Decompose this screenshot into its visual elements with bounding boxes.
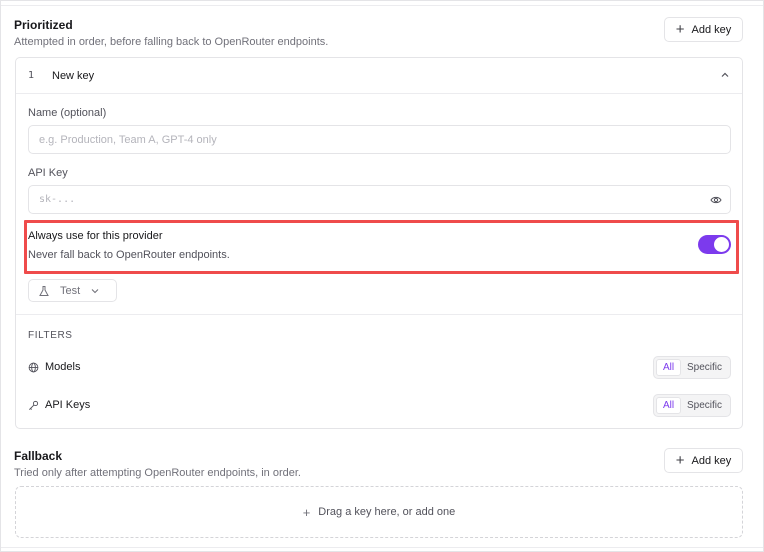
models-filter-segmented: All Specific: [653, 356, 731, 379]
toggle-knob: [714, 237, 729, 252]
test-button[interactable]: Test: [28, 279, 117, 302]
chevron-down-icon: [91, 288, 99, 293]
provider-keys-panel: Prioritized Attempted in order, before f…: [0, 0, 764, 552]
add-key-label: Add key: [691, 454, 732, 467]
key-number: 1: [28, 70, 35, 81]
fallback-header: Fallback Tried only after attempting Ope…: [14, 449, 301, 479]
chevron-up-icon[interactable]: [720, 70, 730, 80]
flask-icon: [39, 285, 49, 296]
globe-icon: [28, 362, 39, 372]
top-divider: [1, 5, 763, 6]
add-key-label: Add key: [691, 23, 732, 36]
test-label: Test: [60, 284, 81, 297]
key-icon: [29, 400, 39, 410]
key-title: New key: [52, 69, 95, 82]
prioritized-subtitle: Attempted in order, before falling back …: [14, 36, 329, 48]
name-input[interactable]: [39, 133, 720, 146]
filter-row-api-keys: API Keys: [28, 399, 90, 411]
plus-icon: +: [675, 21, 685, 38]
always-use-toggle[interactable]: [698, 235, 731, 254]
api-key-input[interactable]: [39, 194, 720, 205]
api-keys-filter-segmented: All Specific: [653, 394, 731, 417]
filter-api-keys-label: API Keys: [45, 399, 91, 411]
prioritized-add-key-button[interactable]: + Add key: [664, 17, 743, 42]
dropzone-label: Drag a key here, or add one: [318, 506, 456, 518]
filters-divider: [16, 314, 742, 315]
fallback-subtitle: Tried only after attempting OpenRouter e…: [14, 467, 301, 479]
prioritized-header: Prioritized Attempted in order, before f…: [14, 18, 328, 48]
fallback-add-key-button[interactable]: + Add key: [664, 448, 743, 473]
bottom-divider: [1, 547, 763, 548]
api-key-label: API Key: [28, 167, 68, 179]
name-label: Name (optional): [28, 107, 107, 119]
always-use-title: Always use for this provider: [28, 230, 163, 242]
plus-icon: +: [302, 504, 311, 520]
prioritized-title: Prioritized: [14, 18, 73, 32]
name-field[interactable]: [28, 125, 731, 154]
always-use-highlight: [24, 220, 739, 274]
filter-models-label: Models: [45, 361, 81, 373]
models-filter-all[interactable]: All: [656, 359, 681, 376]
eye-icon[interactable]: [710, 195, 722, 205]
api-keys-filter-all[interactable]: All: [656, 397, 681, 414]
api-keys-filter-specific[interactable]: Specific: [681, 397, 728, 414]
key-card-header[interactable]: 1 New key: [16, 58, 742, 94]
filters-heading: FILTERS: [28, 330, 73, 341]
fallback-dropzone[interactable]: + Drag a key here, or add one: [15, 486, 743, 538]
plus-icon: +: [675, 452, 685, 469]
models-filter-specific[interactable]: Specific: [681, 359, 728, 376]
always-use-subtitle: Never fall back to OpenRouter endpoints.: [28, 249, 230, 261]
fallback-title: Fallback: [14, 449, 63, 463]
filter-row-models: Models: [28, 361, 80, 373]
api-key-field[interactable]: [28, 185, 731, 214]
